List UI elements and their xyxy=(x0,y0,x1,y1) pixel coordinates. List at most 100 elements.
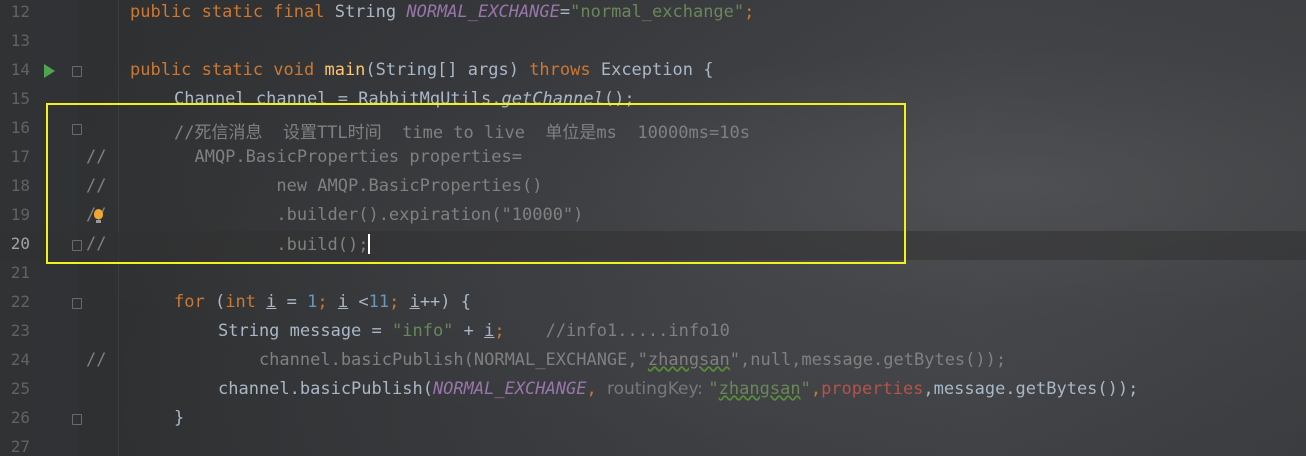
code-line[interactable]: 23 String message = "info" + i; //info1.… xyxy=(0,318,1306,347)
code-text: Channel channel = RabbitMqUtils.getChann… xyxy=(174,89,635,109)
code-line[interactable]: 17 // AMQP.BasicProperties properties= xyxy=(0,144,1306,173)
variable-token: i xyxy=(484,321,495,341)
line-number: 25 xyxy=(10,379,30,398)
variable-token: i xyxy=(337,292,349,312)
comment-text: .builder().expiration("10000") xyxy=(174,205,584,225)
variable-token: i xyxy=(409,292,420,312)
keyword-token: int xyxy=(225,292,267,312)
punct-token: , xyxy=(586,379,607,399)
line-number: 15 xyxy=(10,89,30,108)
string-token: " xyxy=(800,379,811,399)
comment-marker: // xyxy=(86,176,107,196)
code-line[interactable]: 18 // new AMQP.BasicProperties() xyxy=(0,173,1306,202)
code-line[interactable]: 25 channel.basicPublish(NORMAL_EXCHANGE,… xyxy=(0,376,1306,405)
code-token: String message = xyxy=(218,321,392,341)
variable-token: properties xyxy=(821,379,924,399)
constant-token: NORMAL_EXCHANGE xyxy=(406,2,560,22)
code-text: public static final String NORMAL_EXCHAN… xyxy=(130,2,754,22)
code-token: + xyxy=(453,321,485,341)
line-number: 20 xyxy=(10,234,30,253)
code-token: (String[] args) xyxy=(365,60,530,80)
code-text: public static void main(String[] args) t… xyxy=(130,60,713,80)
number-token: 11 xyxy=(368,292,390,312)
string-token: "normal_exchange" xyxy=(570,2,745,22)
string-token: "info" xyxy=(392,321,454,341)
comment-text: AMQP.BasicProperties properties= xyxy=(174,147,522,167)
code-line[interactable]: 24 // channel.basicPublish(NORMAL_EXCHAN… xyxy=(0,347,1306,376)
line-number: 22 xyxy=(10,292,30,311)
number-token: 1 xyxy=(307,292,318,312)
code-token: ( xyxy=(214,292,226,312)
code-text: .build(); xyxy=(174,234,371,255)
fold-icon[interactable] xyxy=(72,414,82,425)
code-token: Channel channel = RabbitMqUtils. xyxy=(174,89,502,109)
comment-text: .build(); xyxy=(174,235,369,255)
string-token: " xyxy=(708,379,719,399)
comment-text: new AMQP.BasicProperties() xyxy=(174,176,543,196)
comment-token: ",null,message.getBytes()); xyxy=(729,350,1007,370)
code-line[interactable]: 26 } xyxy=(0,405,1306,434)
keyword-token: public static void xyxy=(130,60,325,80)
code-line[interactable]: 14 public static void main(String[] args… xyxy=(0,57,1306,86)
line-number: 23 xyxy=(10,321,30,340)
operator-token: = xyxy=(559,2,571,22)
punct-token: ; xyxy=(494,321,546,341)
code-line[interactable]: 19 // .builder().expiration("10000") xyxy=(0,202,1306,231)
line-number: 13 xyxy=(10,31,30,50)
code-token: channel.basicPublish( xyxy=(218,379,433,399)
lightbulb-icon[interactable] xyxy=(94,209,103,223)
fold-icon[interactable] xyxy=(72,66,82,77)
keyword-token: for xyxy=(174,292,215,312)
comment-token: channel.basicPublish(NORMAL_EXCHANGE," xyxy=(218,350,648,370)
variable-token: i xyxy=(266,292,277,312)
keyword-token: throws xyxy=(529,60,601,80)
punct-token: , xyxy=(810,379,822,399)
constant-token: NORMAL_EXCHANGE xyxy=(432,379,587,399)
line-number: 21 xyxy=(10,263,30,282)
line-number: 16 xyxy=(10,118,30,137)
comment-token: zhangsan xyxy=(647,350,730,370)
code-line[interactable]: 15 Channel channel = RabbitMqUtils.getCh… xyxy=(0,86,1306,115)
comment-marker: // xyxy=(86,234,107,254)
code-line[interactable]: 13 xyxy=(0,28,1306,57)
type-token: String xyxy=(334,2,407,22)
string-token: zhangsan xyxy=(718,379,801,399)
code-token: (); xyxy=(603,89,635,109)
parameter-hint: routingKey: xyxy=(606,379,709,399)
text-caret xyxy=(368,234,371,254)
line-number: 26 xyxy=(10,408,30,427)
punct-token: ; xyxy=(317,292,338,312)
code-token: ,message.getBytes()); xyxy=(923,379,1139,399)
comment-marker: // xyxy=(86,147,107,167)
line-number: 19 xyxy=(10,205,30,224)
code-token: ++) { xyxy=(419,292,471,312)
method-token: getChannel xyxy=(501,89,604,109)
comment-text: //死信消息 设置TTL时间 time to live 单位是ms 10000m… xyxy=(174,123,750,143)
run-icon[interactable] xyxy=(44,64,55,78)
line-number: 27 xyxy=(10,437,30,456)
code-token: Exception { xyxy=(600,60,714,80)
comment-text: //info1.....info10 xyxy=(545,321,730,341)
punct-token: ; xyxy=(744,2,755,22)
fold-icon[interactable] xyxy=(72,124,82,135)
comment-marker: // xyxy=(86,350,107,370)
method-token: main xyxy=(324,60,366,80)
comment-text: channel.basicPublish(NORMAL_EXCHANGE,"zh… xyxy=(218,350,1006,370)
code-text: String message = "info" + i; //info1....… xyxy=(218,321,730,341)
code-line[interactable]: 16 //死信消息 设置TTL时间 time to live 单位是ms 100… xyxy=(0,115,1306,144)
fold-icon[interactable] xyxy=(72,240,82,251)
code-token: = xyxy=(276,292,308,312)
code-line[interactable]: 12 public static final String NORMAL_EXC… xyxy=(0,0,1306,28)
code-line[interactable]: 22 for (int i = 1; i <11; i++) { xyxy=(0,289,1306,318)
fold-icon[interactable] xyxy=(72,298,82,309)
line-number: 18 xyxy=(10,176,30,195)
code-line[interactable]: 27 xyxy=(0,434,1306,456)
code-line-current[interactable]: 20 // .build(); xyxy=(0,231,1306,260)
code-editor[interactable]: 12 public static final String NORMAL_EXC… xyxy=(0,0,1306,456)
line-number: 24 xyxy=(10,350,30,369)
keyword-token: public static final xyxy=(130,2,335,22)
line-number: 17 xyxy=(10,147,30,166)
code-line[interactable]: 21 xyxy=(0,260,1306,289)
code-text: } xyxy=(174,408,185,428)
code-text: for (int i = 1; i <11; i++) { xyxy=(174,292,471,312)
